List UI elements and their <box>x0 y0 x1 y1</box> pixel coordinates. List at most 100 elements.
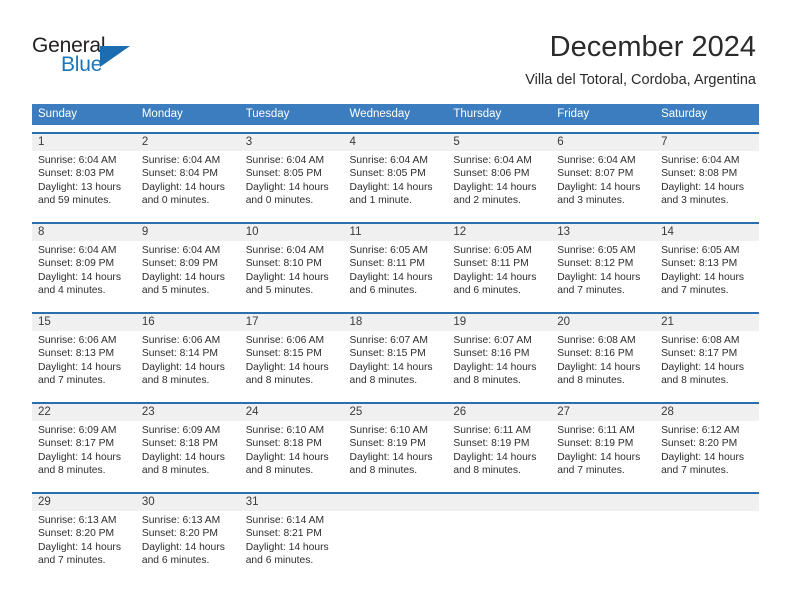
daylight-text-line1: Daylight: 14 hours <box>349 181 433 193</box>
day-cell[interactable]: Sunrise: 6:05 AM Sunset: 8:11 PM Dayligh… <box>344 241 448 305</box>
daylight-text-line2: and 8 minutes. <box>38 464 106 476</box>
sunrise-text: Sunrise: 6:05 AM <box>661 245 740 256</box>
day-cell[interactable]: Sunrise: 6:04 AM Sunset: 8:09 PM Dayligh… <box>136 241 240 305</box>
day-cell[interactable]: Sunrise: 6:05 AM Sunset: 8:13 PM Dayligh… <box>655 241 759 305</box>
daylight-text-line2: and 7 minutes. <box>557 464 625 476</box>
day-cell[interactable]: Sunrise: 6:04 AM Sunset: 8:07 PM Dayligh… <box>551 151 655 215</box>
weekday-header-friday: Friday <box>557 108 590 120</box>
day-cell[interactable]: Sunrise: 6:06 AM Sunset: 8:13 PM Dayligh… <box>32 331 136 395</box>
day-number: 29 <box>38 496 51 508</box>
day-cell[interactable]: Sunrise: 6:07 AM Sunset: 8:15 PM Dayligh… <box>344 331 448 395</box>
daylight-text-line1: Daylight: 14 hours <box>453 361 537 373</box>
daylight-text-line1: Daylight: 14 hours <box>661 361 745 373</box>
day-number: 6 <box>557 136 564 148</box>
day-cell[interactable]: Sunrise: 6:08 AM Sunset: 8:17 PM Dayligh… <box>655 331 759 395</box>
day-cell[interactable]: Sunrise: 6:10 AM Sunset: 8:19 PM Dayligh… <box>344 421 448 485</box>
daylight-text-line2: and 8 minutes. <box>661 374 729 386</box>
brand-logo[interactable]: General Blue <box>32 34 252 90</box>
daylight-text-line1: Daylight: 14 hours <box>245 541 329 553</box>
daylight-text-line2: and 7 minutes. <box>661 464 729 476</box>
day-cell[interactable]: Sunrise: 6:05 AM Sunset: 8:11 PM Dayligh… <box>447 241 551 305</box>
calendar-week-row: 8 9 10 11 12 13 14 Sunrise: 6:04 AM Suns… <box>32 222 759 305</box>
daylight-text-line1: Daylight: 14 hours <box>141 181 225 193</box>
day-cell-empty <box>551 511 655 575</box>
day-detail-row: Sunrise: 6:04 AM Sunset: 8:09 PM Dayligh… <box>32 241 759 305</box>
sunset-text: Sunset: 8:03 PM <box>38 168 115 180</box>
daylight-text-line2: and 4 minutes. <box>38 284 106 296</box>
day-cell-empty <box>655 511 759 575</box>
sunrise-text: Sunrise: 6:10 AM <box>349 425 428 436</box>
daylight-text-line1: Daylight: 14 hours <box>557 181 641 193</box>
day-cell[interactable]: Sunrise: 6:04 AM Sunset: 8:05 PM Dayligh… <box>240 151 344 215</box>
daylight-text-line1: Daylight: 14 hours <box>453 451 537 463</box>
day-cell[interactable]: Sunrise: 6:05 AM Sunset: 8:12 PM Dayligh… <box>551 241 655 305</box>
day-cell[interactable]: Sunrise: 6:04 AM Sunset: 8:09 PM Dayligh… <box>32 241 136 305</box>
daylight-text-line2: and 8 minutes. <box>141 464 210 476</box>
sunset-text: Sunset: 8:17 PM <box>38 438 115 450</box>
day-cell[interactable]: Sunrise: 6:10 AM Sunset: 8:18 PM Dayligh… <box>240 421 344 485</box>
sunrise-text: Sunrise: 6:09 AM <box>141 425 221 436</box>
sunset-text: Sunset: 8:15 PM <box>245 348 322 360</box>
sunrise-text: Sunrise: 6:04 AM <box>349 155 428 166</box>
sunrise-text: Sunrise: 6:13 AM <box>141 515 221 526</box>
day-number-band: 29 30 31 <box>32 494 759 511</box>
day-cell[interactable]: Sunrise: 6:07 AM Sunset: 8:16 PM Dayligh… <box>447 331 551 395</box>
day-number: 19 <box>453 316 467 328</box>
day-cell[interactable]: Sunrise: 6:04 AM Sunset: 8:06 PM Dayligh… <box>447 151 551 215</box>
day-cell[interactable]: Sunrise: 6:04 AM Sunset: 8:10 PM Dayligh… <box>240 241 344 305</box>
day-cell[interactable]: Sunrise: 6:04 AM Sunset: 8:04 PM Dayligh… <box>136 151 240 215</box>
day-cell[interactable]: Sunrise: 6:09 AM Sunset: 8:17 PM Dayligh… <box>32 421 136 485</box>
daylight-text-line1: Daylight: 13 hours <box>38 181 121 193</box>
sunrise-text: Sunrise: 6:04 AM <box>453 155 532 166</box>
day-cell[interactable]: Sunrise: 6:14 AM Sunset: 8:21 PM Dayligh… <box>240 511 344 575</box>
weekday-header-monday: Monday <box>141 108 183 120</box>
daylight-text-line1: Daylight: 14 hours <box>38 361 121 373</box>
day-cell[interactable]: Sunrise: 6:08 AM Sunset: 8:16 PM Dayligh… <box>551 331 655 395</box>
day-cell[interactable]: Sunrise: 6:11 AM Sunset: 8:19 PM Dayligh… <box>447 421 551 485</box>
brand-name-blue: Blue <box>61 53 103 76</box>
daylight-text-line2: and 6 minutes. <box>245 554 314 566</box>
day-number: 25 <box>349 406 363 418</box>
sunrise-text: Sunrise: 6:04 AM <box>38 245 117 256</box>
calendar-page: General Blue December 2024 Villa del Tot… <box>0 0 792 612</box>
day-cell[interactable]: Sunrise: 6:13 AM Sunset: 8:20 PM Dayligh… <box>32 511 136 575</box>
sunset-text: Sunset: 8:13 PM <box>38 348 115 360</box>
day-number: 15 <box>38 316 51 328</box>
sunset-text: Sunset: 8:17 PM <box>661 348 738 360</box>
sunset-text: Sunset: 8:10 PM <box>245 258 322 270</box>
location-subtitle: Villa del Totoral, Cordoba, Argentina <box>525 72 756 88</box>
daylight-text-line1: Daylight: 14 hours <box>38 271 121 283</box>
day-detail-row: Sunrise: 6:06 AM Sunset: 8:13 PM Dayligh… <box>32 331 759 395</box>
day-cell[interactable]: Sunrise: 6:06 AM Sunset: 8:14 PM Dayligh… <box>136 331 240 395</box>
day-detail-row: Sunrise: 6:04 AM Sunset: 8:03 PM Dayligh… <box>32 151 759 215</box>
day-cell[interactable]: Sunrise: 6:09 AM Sunset: 8:18 PM Dayligh… <box>136 421 240 485</box>
daylight-text-line2: and 1 minute. <box>349 194 412 206</box>
sunset-text: Sunset: 8:09 PM <box>38 258 115 270</box>
day-cell[interactable]: Sunrise: 6:06 AM Sunset: 8:15 PM Dayligh… <box>240 331 344 395</box>
day-number: 20 <box>557 316 571 328</box>
daylight-text-line2: and 7 minutes. <box>557 284 625 296</box>
sunrise-text: Sunrise: 6:12 AM <box>661 425 740 436</box>
day-cell[interactable]: Sunrise: 6:04 AM Sunset: 8:03 PM Dayligh… <box>32 151 136 215</box>
calendar-week-row: 15 16 17 18 19 20 21 Sunrise: 6:06 AM Su… <box>32 312 759 395</box>
sunset-text: Sunset: 8:11 PM <box>349 258 425 270</box>
day-number: 18 <box>349 316 363 328</box>
day-number-empty <box>551 494 655 511</box>
daylight-text-line2: and 8 minutes. <box>453 374 521 386</box>
day-cell[interactable]: Sunrise: 6:11 AM Sunset: 8:19 PM Dayligh… <box>551 421 655 485</box>
weekday-header-tuesday: Tuesday <box>245 108 290 120</box>
day-cell[interactable]: Sunrise: 6:04 AM Sunset: 8:05 PM Dayligh… <box>344 151 448 215</box>
daylight-text-line2: and 5 minutes. <box>245 284 314 296</box>
day-cell[interactable]: Sunrise: 6:12 AM Sunset: 8:20 PM Dayligh… <box>655 421 759 485</box>
daylight-text-line2: and 8 minutes. <box>349 374 418 386</box>
day-cell[interactable]: Sunrise: 6:04 AM Sunset: 8:08 PM Dayligh… <box>655 151 759 215</box>
day-cell[interactable]: Sunrise: 6:13 AM Sunset: 8:20 PM Dayligh… <box>136 511 240 575</box>
sunrise-text: Sunrise: 6:07 AM <box>453 335 532 346</box>
day-number: 4 <box>349 136 356 148</box>
day-number-band: 8 9 10 11 12 13 14 <box>32 224 759 241</box>
sunset-text: Sunset: 8:12 PM <box>557 258 634 270</box>
sunrise-text: Sunrise: 6:05 AM <box>453 245 532 256</box>
day-number-empty <box>655 494 759 511</box>
daylight-text-line1: Daylight: 14 hours <box>245 181 329 193</box>
daylight-text-line2: and 3 minutes. <box>557 194 625 206</box>
